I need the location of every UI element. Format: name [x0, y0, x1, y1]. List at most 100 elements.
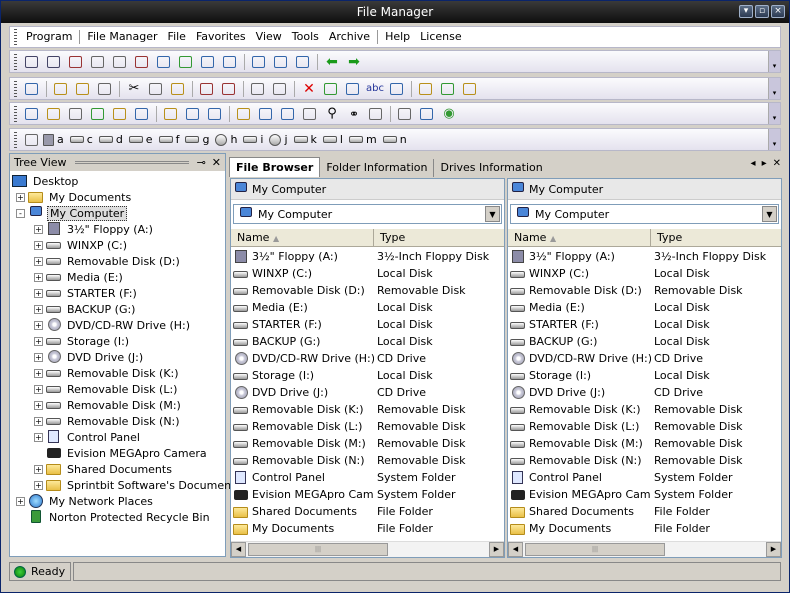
- cut-icon[interactable]: ✂: [125, 81, 143, 97]
- close-button[interactable]: ×: [771, 5, 785, 18]
- copy-to-icon[interactable]: [198, 81, 216, 97]
- view-details-icon[interactable]: [45, 54, 63, 70]
- scroll-thumb[interactable]: |||: [248, 543, 388, 556]
- tree-node[interactable]: + Storage (I:): [34, 333, 131, 349]
- expand-icon[interactable]: +: [34, 304, 43, 314]
- expand-icon[interactable]: +: [34, 432, 43, 442]
- list-item[interactable]: Removable Disk (K:) Removable Disk: [231, 401, 504, 418]
- list-item[interactable]: Storage (I:) Local Disk: [231, 367, 504, 384]
- tree-node[interactable]: + Control Panel: [34, 429, 142, 445]
- minimize-button[interactable]: ▾: [739, 5, 753, 18]
- menu-program[interactable]: Program: [21, 27, 77, 47]
- drive-button-d[interactable]: d: [98, 133, 123, 146]
- list-item[interactable]: My Documents File Folder: [508, 520, 781, 537]
- list-item[interactable]: 3½" Floppy (A:) 3½-Inch Floppy Disk: [231, 248, 504, 265]
- globe-icon[interactable]: ◉: [440, 106, 458, 122]
- tree-node[interactable]: + DVD Drive (J:): [34, 349, 145, 365]
- drive-button-n[interactable]: n: [382, 133, 407, 146]
- drive-info-icon[interactable]: [396, 106, 414, 122]
- menu-favorites[interactable]: Favorites: [191, 27, 251, 47]
- rename-icon[interactable]: [249, 81, 267, 97]
- extract-icon[interactable]: [439, 81, 457, 97]
- search-icon[interactable]: ⚲: [323, 106, 341, 122]
- list-item[interactable]: Removable Disk (M:) Removable Disk: [231, 435, 504, 452]
- computer-icon[interactable]: [23, 81, 41, 97]
- column-header-name[interactable]: Name ▲: [508, 229, 651, 246]
- location-combo[interactable]: My Computer ▼: [510, 204, 779, 224]
- list-item[interactable]: DVD Drive (J:) CD Drive: [508, 384, 781, 401]
- tab-close-icon[interactable]: ✕: [773, 158, 781, 169]
- menu-file[interactable]: File: [163, 27, 191, 47]
- close-icon[interactable]: ✕: [212, 156, 221, 169]
- split-vertical-icon[interactable]: [250, 54, 268, 70]
- menu-license[interactable]: License: [415, 27, 466, 47]
- scroll-thumb[interactable]: |||: [525, 543, 665, 556]
- collapse-icon[interactable]: -: [16, 208, 25, 218]
- calendar-icon[interactable]: [279, 106, 297, 122]
- drive-bar-computer-icon[interactable]: [23, 132, 41, 148]
- sparkle-icon[interactable]: [111, 106, 129, 122]
- list-item[interactable]: DVD/CD-RW Drive (H:) CD Drive: [508, 350, 781, 367]
- sort-icon[interactable]: [199, 54, 217, 70]
- new-file-icon[interactable]: [96, 81, 114, 97]
- column-header-name[interactable]: Name ▲: [231, 229, 374, 246]
- list-item[interactable]: Removable Disk (L:) Removable Disk: [508, 418, 781, 435]
- tree-node[interactable]: Norton Protected Recycle Bin: [16, 509, 212, 525]
- tab-folder-information[interactable]: Folder Information: [320, 159, 435, 177]
- chevron-down-icon[interactable]: ▼: [485, 206, 500, 222]
- toolbar-overflow-chevron[interactable]: ▾: [768, 51, 780, 72]
- column-header-type[interactable]: Type: [374, 229, 504, 246]
- tree-node[interactable]: +3½" Floppy (A:): [34, 221, 155, 237]
- pin-icon[interactable]: ⊸: [197, 156, 206, 169]
- drive-button-k[interactable]: k: [293, 133, 317, 146]
- tree-node[interactable]: + BACKUP (G:): [34, 301, 137, 317]
- tools-icon[interactable]: [67, 106, 85, 122]
- tree-node[interactable]: Desktop: [12, 173, 80, 189]
- up-folder-icon[interactable]: [133, 54, 151, 70]
- toolbar-overflow-chevron[interactable]: ▾: [768, 129, 780, 150]
- drive-button-a[interactable]: a: [43, 133, 64, 146]
- expand-icon[interactable]: +: [34, 240, 43, 250]
- back-folder-icon[interactable]: [52, 81, 70, 97]
- list-item[interactable]: Removable Disk (N:) Removable Disk: [508, 452, 781, 469]
- list-item[interactable]: STARTER (F:) Local Disk: [231, 316, 504, 333]
- expand-icon[interactable]: +: [34, 352, 43, 362]
- document-icon[interactable]: [388, 81, 406, 97]
- tab-next-icon[interactable]: ▸: [762, 158, 767, 169]
- list-item[interactable]: Control Panel System Folder: [231, 469, 504, 486]
- tree-node[interactable]: + DVD/CD-RW Drive (H:): [34, 317, 192, 333]
- tree-node[interactable]: Evision MEGApro Camera: [34, 445, 209, 461]
- expand-icon[interactable]: +: [34, 368, 43, 378]
- print-icon[interactable]: [367, 106, 385, 122]
- chevron-down-icon[interactable]: ▼: [762, 206, 777, 222]
- network-drive-icon[interactable]: [23, 106, 41, 122]
- tab-drives-information[interactable]: Drives Information: [434, 159, 548, 177]
- tree-node[interactable]: + WINXP (C:): [34, 237, 129, 253]
- refresh-icon[interactable]: [177, 54, 195, 70]
- replace-icon[interactable]: [133, 106, 151, 122]
- title-bar[interactable]: File Manager ▾ ▫ ×: [1, 1, 789, 23]
- edit-icon[interactable]: [271, 81, 289, 97]
- expand-icon[interactable]: +: [34, 288, 43, 298]
- drive-button-e[interactable]: e: [128, 133, 153, 146]
- column-header-type[interactable]: Type: [651, 229, 781, 246]
- expand-icon[interactable]: +: [34, 256, 43, 266]
- split-file-icon[interactable]: [162, 106, 180, 122]
- folder-tree-icon[interactable]: [235, 106, 253, 122]
- menu-file-manager[interactable]: File Manager: [82, 27, 162, 47]
- toolbar-overflow-chevron[interactable]: ▾: [768, 78, 780, 99]
- expand-icon[interactable]: +: [34, 224, 43, 234]
- drive-button-l[interactable]: l: [322, 133, 343, 146]
- drive-button-i[interactable]: i: [243, 133, 263, 146]
- paste-icon[interactable]: [169, 81, 187, 97]
- forward-arrow-icon[interactable]: ➡: [345, 54, 363, 70]
- expand-icon[interactable]: +: [16, 496, 25, 506]
- expand-icon[interactable]: +: [34, 480, 43, 490]
- toolbar-overflow-chevron[interactable]: ▾: [768, 103, 780, 124]
- view-list-icon[interactable]: [23, 54, 41, 70]
- maximize-button[interactable]: ▫: [755, 5, 769, 18]
- expand-icon[interactable]: +: [34, 320, 43, 330]
- expand-icon[interactable]: [155, 54, 173, 70]
- spell-icon[interactable]: abc: [366, 81, 384, 97]
- list-item[interactable]: Media (E:) Local Disk: [508, 299, 781, 316]
